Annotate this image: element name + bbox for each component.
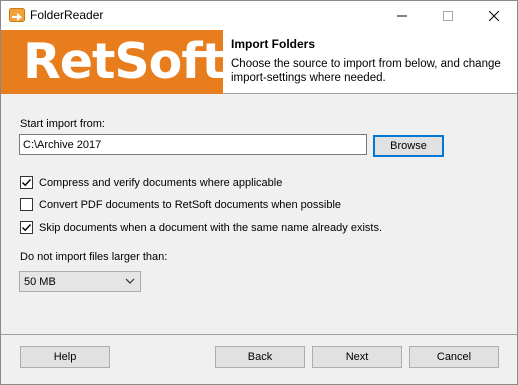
maximize-button[interactable]: [425, 1, 471, 30]
cancel-button[interactable]: Cancel: [409, 346, 499, 368]
size-limit-value: 50 MB: [24, 275, 56, 288]
page-description: Choose the source to import from below, …: [231, 58, 501, 84]
page-title: Import Folders: [231, 37, 316, 51]
title-bar[interactable]: FolderReader: [1, 1, 517, 30]
minimize-button[interactable]: [379, 1, 425, 30]
option-label: Skip documents when a document with the …: [39, 221, 383, 234]
checkbox-convert-pdf[interactable]: [20, 198, 33, 211]
size-limit-label: Do not import files larger than:: [20, 251, 168, 263]
checkmark-icon: [22, 224, 32, 232]
source-label: Start import from:: [20, 118, 105, 130]
header-banner: RetSoft Import Folders Choose the source…: [1, 30, 517, 94]
option-convert-pdf[interactable]: Convert PDF documents to RetSoft documen…: [20, 198, 341, 211]
option-compress-verify[interactable]: Compress and verify documents where appl…: [20, 176, 282, 189]
checkbox-compress-verify[interactable]: [20, 176, 33, 189]
help-button[interactable]: Help: [20, 346, 110, 368]
checkmark-icon: [22, 179, 32, 187]
source-path-input[interactable]: [19, 134, 367, 155]
close-button[interactable]: [471, 1, 517, 30]
next-button[interactable]: Next: [312, 346, 402, 368]
option-label: Compress and verify documents where appl…: [39, 176, 283, 189]
browse-button[interactable]: Browse: [373, 135, 444, 157]
window-title: FolderReader: [30, 8, 104, 22]
option-skip-duplicates[interactable]: Skip documents when a document with the …: [20, 221, 382, 234]
checkbox-skip-duplicates[interactable]: [20, 221, 33, 234]
retsoft-logo: RetSoft: [1, 30, 223, 94]
folder-icon: [9, 7, 25, 23]
size-limit-select[interactable]: 50 MB: [19, 271, 141, 292]
logo-text: RetSoft: [23, 33, 223, 90]
option-label: Convert PDF documents to RetSoft documen…: [39, 198, 342, 211]
back-button[interactable]: Back: [215, 346, 305, 368]
import-dialog-window: FolderReader RetSoft Import Folders Choo…: [0, 0, 518, 385]
chevron-down-icon: [125, 278, 135, 284]
